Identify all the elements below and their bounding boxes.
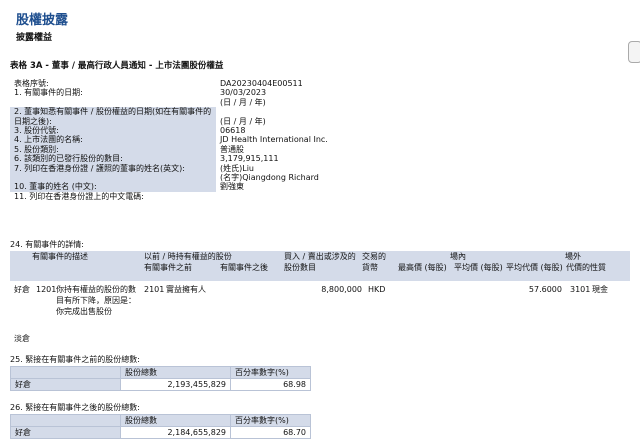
nature-code: 3101 (570, 285, 591, 294)
field-label: 2. 董事知悉有關事件 / 股份權益的日期(如在有關事件的日期之後): (10, 107, 216, 127)
field-value: DA20230404E00511 (220, 79, 303, 88)
section-24-header: 有關事件的描述 以前 / 時持有權益的股份 有關事件之前 有關事件之後 買入 /… (10, 251, 630, 281)
col-before: 有關事件之前 (144, 263, 192, 272)
field-label: 6. 該類別的已發行股份的數目: (10, 154, 216, 164)
scrollbar-handle[interactable] (628, 41, 640, 63)
field-row: 6. 該類別的已發行股份的數目: 3,179,915,111 (10, 154, 530, 164)
field-value: (日 / 月 / 年) (220, 116, 266, 126)
section-25-table: 股份總數 百分率數字(%) 好倉 2,193,455,829 68.98 (10, 366, 311, 391)
col-on-exchange: 場內 (450, 252, 466, 261)
section-26-table: 股份總數 百分率數字(%) 好倉 2,184,655,829 68.70 (10, 414, 311, 439)
field-row: 表格序號: DA20230404E00511 (10, 79, 530, 88)
col-event-desc: 有關事件的描述 (32, 252, 88, 261)
position-type: 好倉 (14, 285, 30, 294)
field-label: 10. 董事的姓名 (中文): (10, 182, 216, 192)
field-value: (姓氏)Liu (220, 163, 254, 173)
capacity-code: 2101 (144, 285, 165, 294)
field-label: 表格序號: (14, 79, 49, 88)
field-row: 7. 列印在香港身份證 / 護照的董事的姓名(英文): (姓氏)Liu (名字)Q… (10, 163, 530, 183)
col-percentage: 百分率數字(%) (230, 414, 311, 427)
field-label: 1. 有關事件的日期: (14, 88, 83, 98)
field-row: 2. 董事知悉有關事件 / 股份權益的日期(如在有關事件的日期之後): (日 /… (10, 107, 530, 127)
field-label: 7. 列印在香港身份證 / 護照的董事的姓名(英文): (10, 163, 216, 183)
col-before-after: 以前 / 時持有權益的股份 (144, 252, 232, 261)
field-value-note: (日 / 月 / 年) (220, 97, 266, 107)
event-desc: 你持有權益的股份的數目有所下降，原因是：你完成出售股份 (56, 285, 136, 316)
percentage: 68.98 (230, 378, 311, 391)
col-percentage: 百分率數字(%) (230, 366, 311, 379)
currency: HKD (368, 285, 386, 294)
field-value: 普通股 (220, 144, 244, 154)
total-shares: 2,193,455,829 (120, 378, 231, 391)
section-24-title: 24. 有關事件的詳情: (10, 240, 84, 249)
row-label: 好倉 (10, 378, 121, 391)
field-value: 06618 (220, 126, 246, 136)
field-label: 4. 上市法團的名稱: (10, 135, 216, 145)
section-26-title: 26. 緊接在有關事件之後的股份總數: (10, 403, 140, 412)
field-label: 3. 股份代號: (10, 126, 216, 136)
col-total-shares: 股份總數 (120, 366, 231, 379)
capacity-desc: 實益擁有人 (166, 285, 206, 294)
col-highest: 最高價 (每股) (398, 263, 447, 272)
shares-traded: 8,800,000 (321, 285, 362, 294)
col-nature: 代價的性質 (566, 263, 606, 272)
field-value: 劉強東 (220, 182, 244, 192)
field-row: 3. 股份代號: 06618 (10, 126, 530, 136)
col-num-shares: 買入 / 賣出或涉及的股份數目 (284, 252, 356, 272)
col-off-exchange: 場外 (565, 252, 581, 261)
col-currency: 交易的貨幣 (362, 252, 386, 272)
field-row: 11. 列印在香港身份證上的中文電碼: (10, 192, 530, 201)
row-label: 好倉 (10, 426, 121, 439)
field-label: 5. 股份類別: (10, 144, 216, 155)
percentage: 68.70 (230, 426, 311, 439)
page-subtitle: 披露權益 (16, 33, 53, 43)
nature: 現金 (592, 285, 608, 294)
col-off-average: 平均代價 (每股) (506, 263, 563, 272)
field-value: JD Health International Inc. (220, 135, 328, 145)
field-row: 5. 股份類別: 普通股 (10, 144, 530, 155)
field-value: 30/03/2023 (220, 88, 267, 98)
field-table: 表格序號: DA20230404E00511 1. 有關事件的日期: 30/03… (10, 79, 530, 201)
short-position-label: 淡倉 (14, 334, 30, 343)
field-value: 3,179,915,111 (220, 154, 279, 164)
off-exchange-avg: 57.6000 (528, 285, 562, 294)
field-row: 1. 有關事件的日期: 30/03/2023 (日 / 月 / 年) (10, 88, 530, 107)
field-value (216, 192, 530, 201)
field-value-note: (名字)Qiangdong Richard (220, 173, 319, 183)
field-row: 10. 董事的姓名 (中文): 劉強東 (10, 182, 530, 192)
form-title: 表格 3A - 董事 / 最高行政人員通知 - 上市法團股份權益 (10, 61, 224, 71)
field-row: 4. 上市法團的名稱: JD Health International Inc. (10, 135, 530, 145)
col-total-shares: 股份總數 (120, 414, 231, 427)
field-label: 11. 列印在香港身份證上的中文電碼: (14, 191, 144, 201)
total-shares: 2,184,655,829 (120, 426, 231, 439)
col-after: 有關事件之後 (220, 263, 268, 272)
col-average: 平均價 (每股) (454, 263, 503, 272)
page-title: 股權披露 (16, 13, 69, 28)
event-code: 1201 (36, 285, 57, 294)
section-25-title: 25. 緊接在有關事件之前的股份總數: (10, 355, 140, 364)
